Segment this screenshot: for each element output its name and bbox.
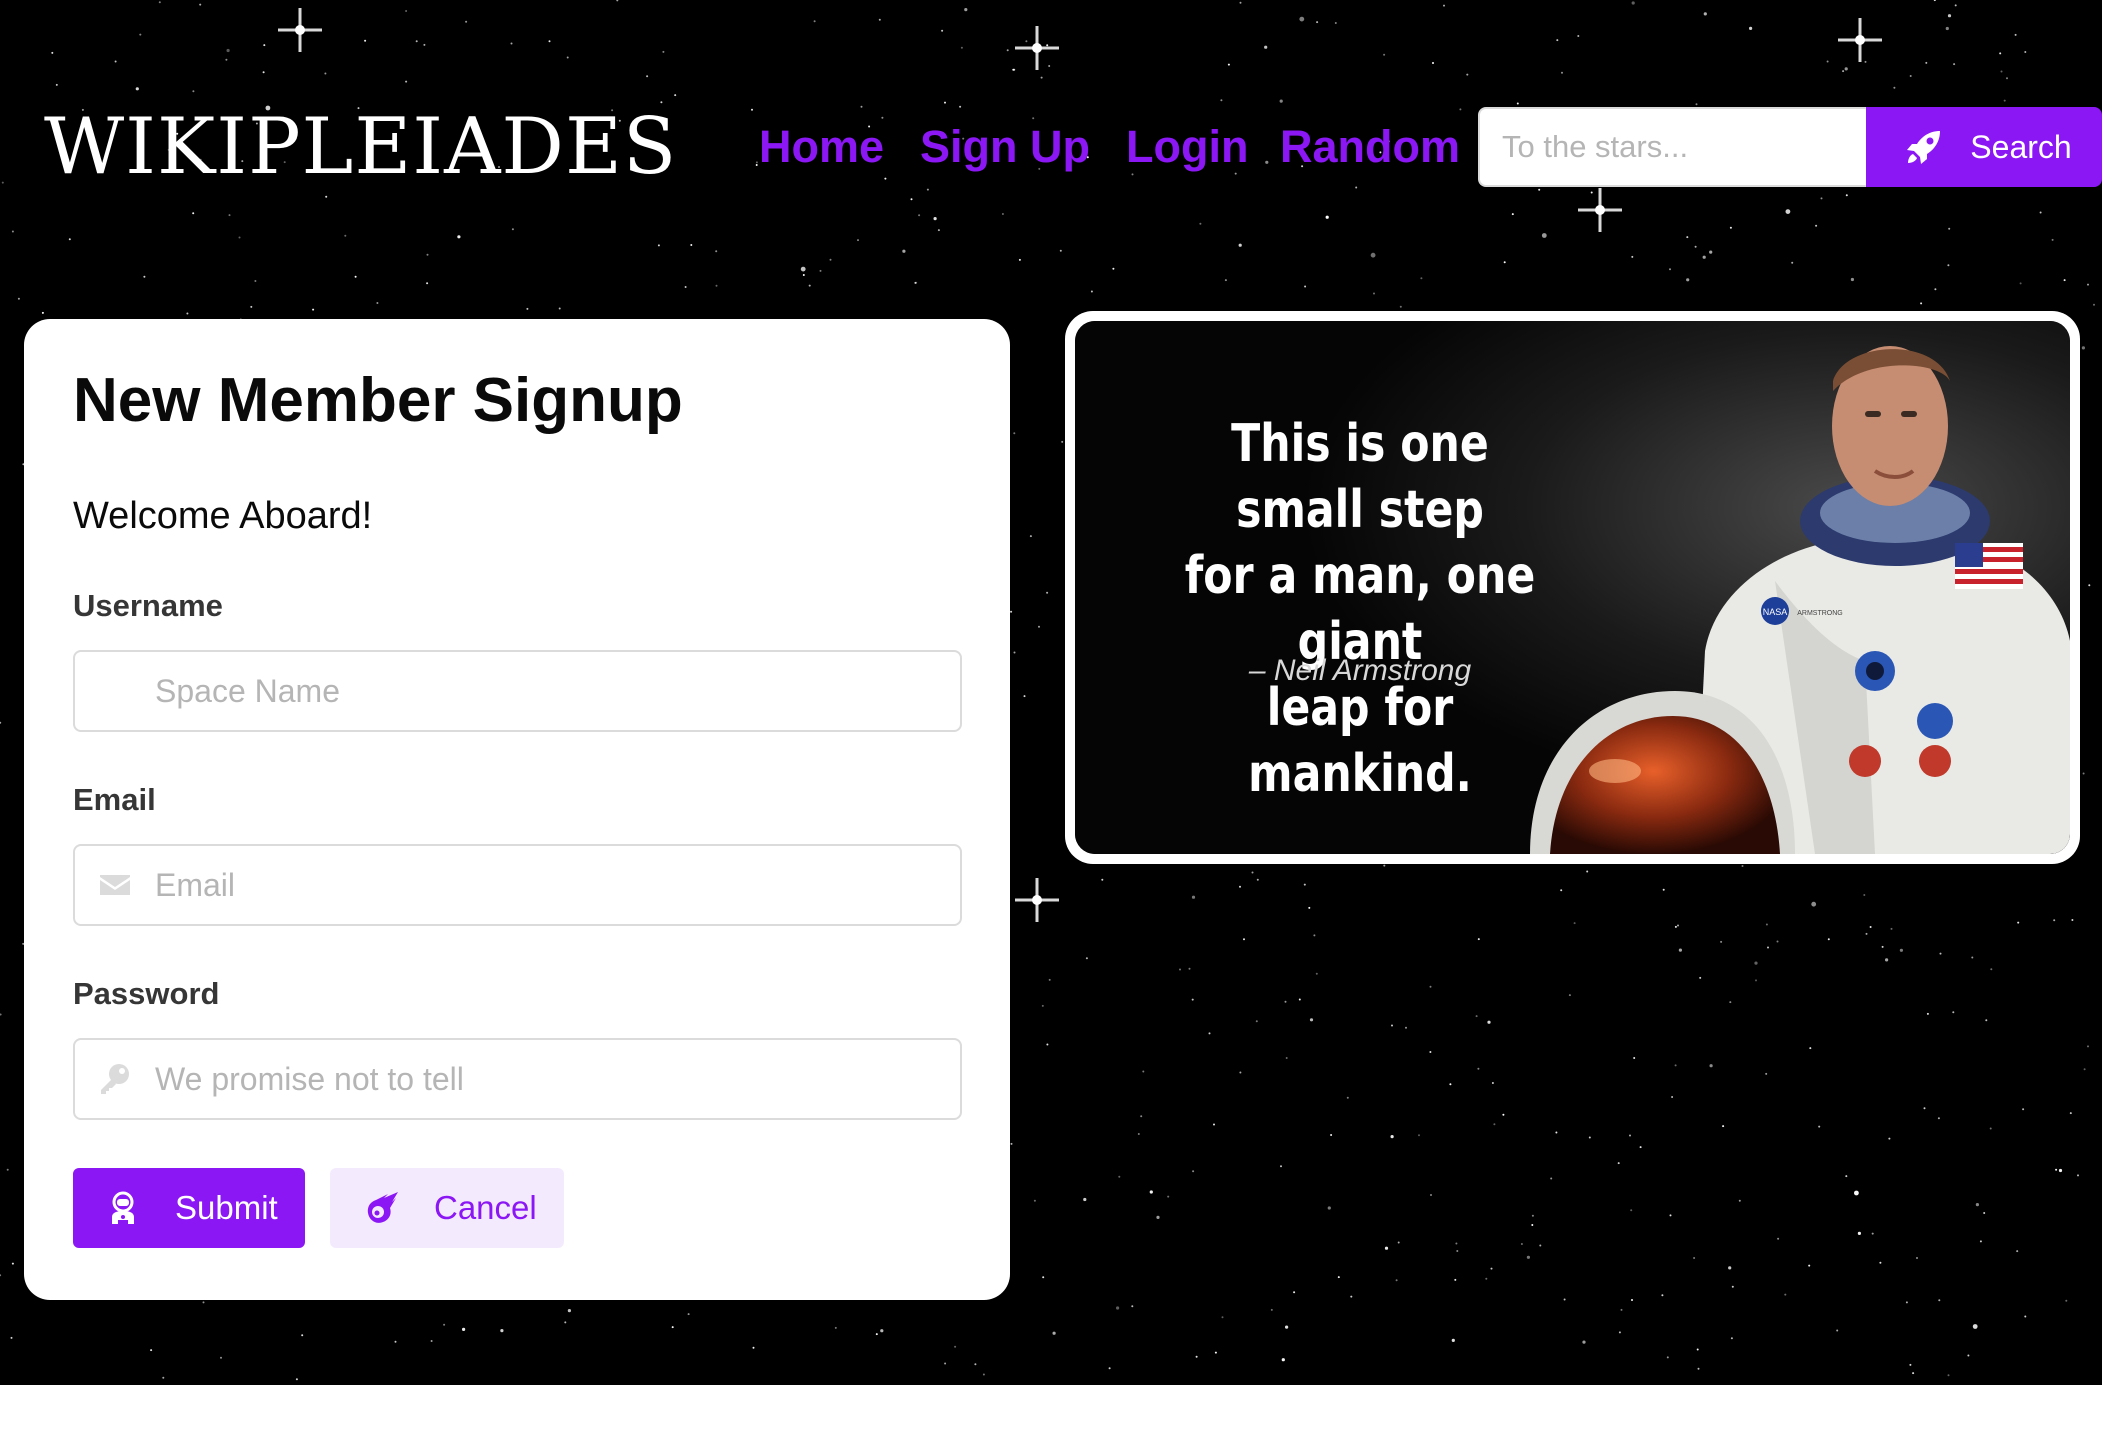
welcome-message: Welcome Aboard! [73,495,373,537]
cancel-button-label: Cancel [434,1189,537,1226]
armstrong-quote-image: NASA ARMSTRONG This is one small step fo… [1075,321,2070,854]
nav-random-link[interactable]: Random [1280,117,1460,177]
nav-signup-link[interactable]: Sign Up [920,117,1090,177]
search-button-label: Search [1970,128,2072,165]
nasa-patch-text: NASA [1763,607,1788,617]
password-field-box [73,1038,962,1120]
search-button[interactable]: Search [1866,107,2102,187]
page-bottom-area [0,1385,2102,1438]
quote-image-frame: NASA ARMSTRONG This is one small step fo… [1065,311,2080,864]
name-tag-text: ARMSTRONG [1797,610,1843,617]
key-icon [101,1064,129,1094]
quote-text: This is one small step for a man, one gi… [1176,411,1545,807]
meteor-icon [367,1192,398,1223]
signup-title: New Member Signup [73,366,683,435]
nav-login-link[interactable]: Login [1126,117,1248,177]
password-input[interactable] [155,1040,945,1118]
email-input[interactable] [155,846,945,924]
username-field-box [73,650,962,732]
password-label: Password [73,976,220,1011]
submit-button[interactable]: Submit [73,1168,305,1248]
rocket-icon [1907,131,1941,164]
quote-line-3: leap for mankind. [1248,678,1472,804]
quote-line-1: This is one small step [1231,414,1489,540]
envelope-icon [100,875,130,895]
username-input[interactable] [155,652,945,730]
quote-author: – Neil Armstrong [1248,654,1472,687]
email-label: Email [73,782,156,817]
search-input[interactable] [1478,107,1866,187]
starfield-background: WIKIPLEIADES Home Sign Up Login Random S… [0,0,2102,1385]
email-field-box [73,844,962,926]
site-logo[interactable]: WIKIPLEIADES [44,102,677,192]
nav-home-link[interactable]: Home [759,117,884,177]
signup-card: New Member Signup Welcome Aboard! Userna… [24,319,1010,1300]
submit-button-label: Submit [175,1189,278,1226]
astronaut-icon [112,1191,134,1224]
cancel-button[interactable]: Cancel [330,1168,564,1248]
username-label: Username [73,588,223,623]
